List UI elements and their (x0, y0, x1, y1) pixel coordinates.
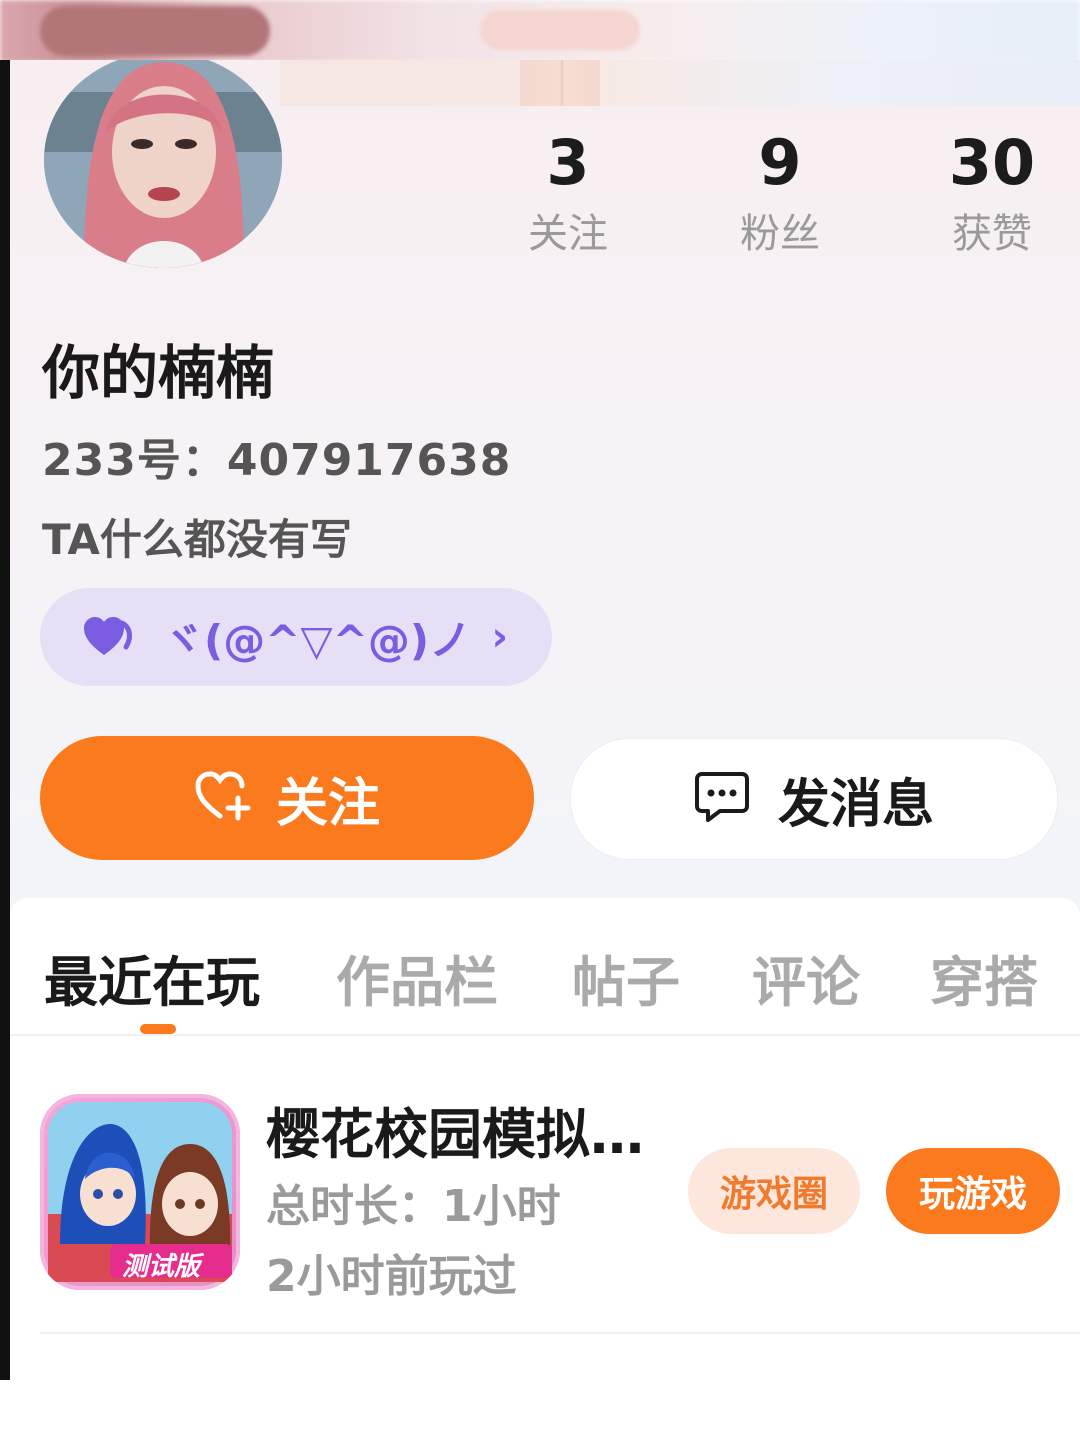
game-icon-badge: 测试版 (122, 1252, 201, 1282)
follow-button[interactable]: 关注 (40, 736, 534, 860)
cover-image (280, 60, 1080, 106)
stat-label: 粉丝 (740, 211, 820, 257)
profile-tag-text: ヾ(@^▽^@)ノ (162, 615, 472, 665)
game-icon[interactable]: 测试版 (40, 1094, 240, 1290)
profile-id: 233号：407917638 (42, 435, 512, 486)
stat-value: 3 (546, 126, 590, 199)
stat-likes[interactable]: 30 获赞 (912, 128, 1072, 264)
stat-label: 获赞 (952, 211, 1032, 257)
tab-posts[interactable]: 帖子 (572, 938, 680, 1017)
tab-outfits[interactable]: 穿搭 (930, 938, 1038, 1017)
content-panel: 最近在玩 作品栏 帖子 评论 穿搭 测试版 樱花校园模拟… 总时长：1小时 2小… (10, 898, 1080, 1380)
play-game-button[interactable]: 玩游戏 (886, 1148, 1060, 1234)
game-total-time: 总时长：1小时 (266, 1181, 561, 1232)
game-title[interactable]: 樱花校园模拟… (266, 1090, 644, 1169)
stat-followers[interactable]: 9 粉丝 (700, 128, 860, 264)
stat-value: 30 (948, 126, 1036, 199)
stat-label: 关注 (528, 211, 608, 257)
message-button[interactable]: 发消息 (570, 738, 1058, 860)
chat-bubble-icon (694, 770, 750, 828)
tab-works[interactable]: 作品栏 (336, 938, 498, 1017)
bottom-area (0, 1380, 1080, 1440)
heart-plus-icon (194, 770, 252, 826)
game-circle-button[interactable]: 游戏圈 (688, 1148, 860, 1234)
profile-tag[interactable]: ヾ(@^▽^@)ノ › (40, 588, 552, 686)
tab-comments[interactable]: 评论 (752, 938, 860, 1017)
chevron-right-icon: › (491, 614, 508, 660)
left-edge-bar (0, 60, 10, 1380)
tab-recently-played[interactable]: 最近在玩 (44, 938, 260, 1017)
profile-bio: TA什么都没有写 (42, 515, 352, 564)
profile-name: 你的楠楠 (42, 339, 275, 407)
avatar[interactable] (44, 60, 282, 268)
blurred-header-background (0, 0, 1080, 62)
follow-button-label: 关注 (275, 773, 380, 834)
message-button-label: 发消息 (777, 774, 934, 835)
game-last-played: 2小时前玩过 (266, 1251, 517, 1302)
stat-following[interactable]: 3 关注 (488, 128, 648, 264)
active-tab-indicator (140, 1024, 176, 1034)
stat-value: 9 (758, 126, 802, 199)
profile-card: 3 关注 9 粉丝 30 获赞 你的楠楠 233号：407917638 TA什么… (10, 60, 1080, 1380)
tab-divider (10, 1034, 1080, 1036)
heart-icon (82, 615, 136, 659)
list-divider (40, 1332, 1080, 1334)
